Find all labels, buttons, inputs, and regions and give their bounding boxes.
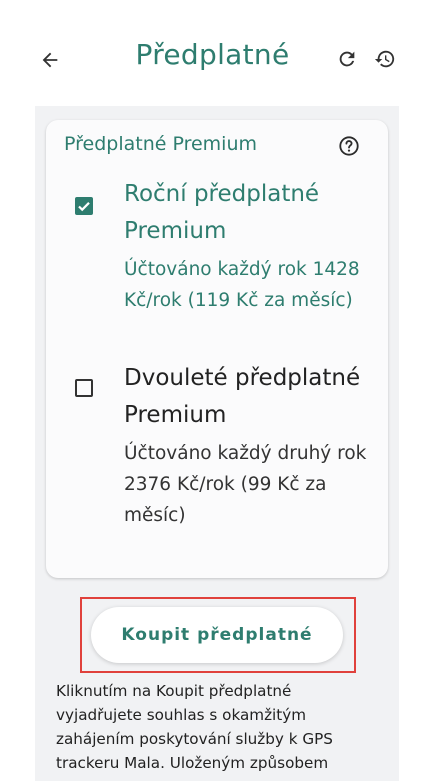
buy-subscription-button[interactable]: Koupit předplatné [91,607,343,663]
refresh-icon [339,51,355,67]
help-button[interactable] [338,135,360,157]
annual-plan-name: Roční předplatné Premium [124,181,320,244]
history-button[interactable] [370,44,400,74]
app-header: Předplatné [0,0,425,106]
card-title: Předplatné Premium [64,133,258,155]
checkmark-icon [78,202,90,212]
annual-plan-checkbox[interactable] [75,197,93,215]
legal-notice: Kliknutím na Koupit předplatné vyjadřuje… [56,682,333,772]
biennial-plan-option[interactable]: Dvouleté předplatné Premium Účtováno kaž… [124,360,376,531]
biennial-plan-checkbox[interactable] [75,379,93,397]
help-circle-icon [339,136,359,156]
biennial-plan-description: Účtováno každý druhý rok 2376 Kč/rok (99… [124,443,367,526]
biennial-plan-name: Dvouleté předplatné Premium [124,365,361,428]
history-icon [374,50,395,68]
annual-plan-description: Účtováno každý rok 1428 Kč/rok (119 Kč z… [124,259,360,311]
refresh-button[interactable] [332,44,362,74]
annual-plan-option[interactable]: Roční předplatné Premium Účtováno každý … [124,176,376,316]
